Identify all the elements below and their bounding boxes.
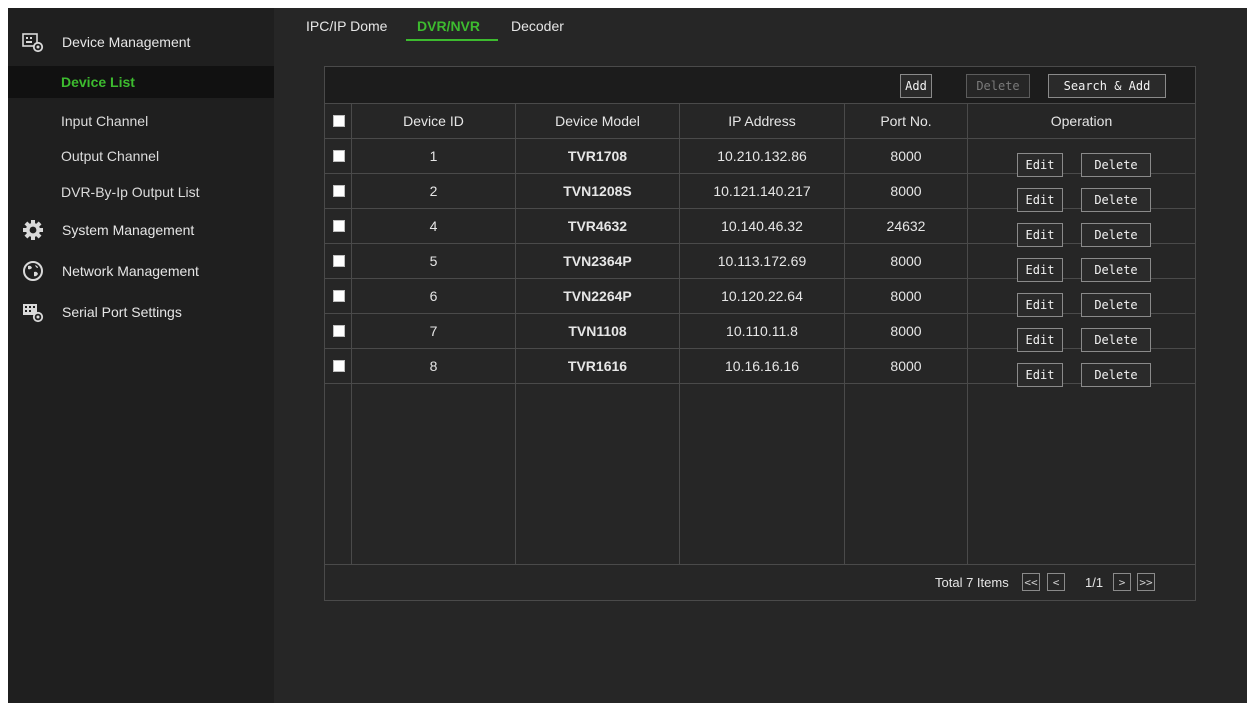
device-settings-icon: [22, 33, 44, 53]
cell-port-no: 24632: [886, 217, 926, 234]
cell-port-no: 8000: [890, 322, 922, 339]
edit-button[interactable]: Edit: [1017, 328, 1063, 352]
cell-device-id: 4: [429, 217, 438, 234]
sidebar-group-label: System Management: [62, 222, 195, 238]
row-checkbox[interactable]: [333, 255, 345, 267]
gear-icon: [23, 220, 43, 240]
delete-button[interactable]: Delete: [1081, 153, 1151, 177]
delete-button[interactable]: Delete: [1081, 223, 1151, 247]
delete-button[interactable]: Delete: [1081, 188, 1151, 212]
delete-selected-button[interactable]: Delete: [966, 74, 1030, 98]
row-checkbox[interactable]: [333, 325, 345, 337]
cell-device-id: 1: [429, 147, 438, 164]
cell-port-no: 8000: [890, 252, 922, 269]
sidebar-group-network-management[interactable]: Network Management: [8, 251, 274, 291]
cell-device-model: TVN2264P: [563, 287, 632, 304]
row-checkbox[interactable]: [333, 290, 345, 302]
total-items-label: Total 7 Items: [935, 574, 1009, 590]
cell-port-no: 8000: [890, 357, 922, 374]
sidebar-group-serial-port-settings[interactable]: Serial Port Settings: [8, 292, 274, 332]
last-page-button[interactable]: >>: [1137, 573, 1155, 591]
page-indicator: 1/1: [1085, 574, 1104, 590]
edit-button[interactable]: Edit: [1017, 223, 1063, 247]
cell-ip-address: 10.120.22.64: [721, 287, 803, 304]
grid-line: [325, 383, 1195, 384]
sidebar-item-label: Output Channel: [61, 148, 160, 164]
column-header-port-no: Port No.: [880, 112, 932, 129]
edit-button[interactable]: Edit: [1017, 293, 1063, 317]
globe-icon: [23, 261, 43, 281]
sidebar-item-label: Input Channel: [61, 113, 149, 129]
cell-ip-address: 10.110.11.8: [726, 322, 798, 339]
sidebar-item-input-channel[interactable]: Input Channel: [8, 105, 274, 137]
sidebar-group-label: Device Management: [62, 34, 191, 50]
cell-device-model: TVN2364P: [563, 252, 632, 269]
sidebar-item-label: Device List: [61, 74, 135, 90]
sidebar-group-label: Serial Port Settings: [62, 304, 182, 320]
cell-port-no: 8000: [890, 287, 922, 304]
cell-device-model: TVR4632: [567, 217, 628, 234]
cell-device-id: 8: [429, 357, 438, 374]
cell-device-model: TVN1108: [568, 322, 627, 339]
cell-ip-address: 10.140.46.32: [721, 217, 803, 234]
prev-page-button[interactable]: <: [1047, 573, 1065, 591]
row-checkbox[interactable]: [333, 150, 345, 162]
sidebar-item-label: DVR-By-Ip Output List: [61, 184, 200, 200]
cell-port-no: 8000: [890, 182, 922, 199]
cell-ip-address: 10.210.132.86: [717, 147, 807, 164]
sidebar: Device Management Device List Input Chan…: [8, 8, 274, 703]
cell-device-id: 5: [429, 252, 438, 269]
active-tab-indicator: [406, 39, 498, 41]
delete-button[interactable]: Delete: [1081, 363, 1151, 387]
sidebar-group-system-management[interactable]: System Management: [8, 210, 274, 250]
edit-button[interactable]: Edit: [1017, 258, 1063, 282]
sidebar-group-device-management[interactable]: Device Management: [8, 22, 274, 62]
add-button[interactable]: Add: [900, 74, 932, 98]
serial-port-settings-icon: [23, 304, 44, 323]
sidebar-item-device-list[interactable]: Device List: [8, 66, 274, 98]
device-table-panel: Add Delete Search & Add Device ID Device…: [324, 66, 1196, 601]
cell-ip-address: 10.113.172.69: [717, 252, 807, 269]
column-header-operation: Operation: [1050, 112, 1113, 129]
tab-decoder[interactable]: Decoder: [511, 18, 564, 40]
first-page-button[interactable]: <<: [1022, 573, 1040, 591]
select-all-checkbox[interactable]: [333, 115, 345, 127]
column-header-device-id: Device ID: [403, 112, 464, 129]
delete-button[interactable]: Delete: [1081, 293, 1151, 317]
row-checkbox[interactable]: [333, 220, 345, 232]
next-page-button[interactable]: >: [1113, 573, 1131, 591]
cell-device-id: 7: [429, 322, 438, 339]
sidebar-item-output-channel[interactable]: Output Channel: [8, 140, 274, 172]
sidebar-item-dvr-by-ip-output-list[interactable]: DVR-By-Ip Output List: [8, 176, 274, 208]
column-header-ip-address: IP Address: [728, 112, 796, 129]
edit-button[interactable]: Edit: [1017, 363, 1063, 387]
cell-device-model: TVR1616: [567, 357, 628, 374]
cell-device-model: TVR1708: [567, 147, 628, 164]
sidebar-group-label: Network Management: [62, 263, 199, 279]
tab-dvr-nvr[interactable]: DVR/NVR: [417, 18, 480, 40]
cell-ip-address: 10.16.16.16: [725, 357, 799, 374]
tab-ipc-ip-dome[interactable]: IPC/IP Dome: [306, 18, 387, 40]
cell-ip-address: 10.121.140.217: [713, 182, 811, 199]
row-checkbox[interactable]: [333, 185, 345, 197]
column-header-device-model: Device Model: [555, 112, 640, 129]
cell-device-model: TVN1208S: [563, 182, 632, 199]
delete-button[interactable]: Delete: [1081, 328, 1151, 352]
cell-device-id: 2: [429, 182, 438, 199]
row-checkbox[interactable]: [333, 360, 345, 372]
pagination-bar: Total 7 Items << < 1/1 > >>: [325, 564, 1195, 600]
cell-port-no: 8000: [890, 147, 922, 164]
search-add-button[interactable]: Search & Add: [1048, 74, 1166, 98]
table-toolbar: Add Delete Search & Add: [325, 67, 1195, 103]
delete-button[interactable]: Delete: [1081, 258, 1151, 282]
app-window: Device Management Device List Input Chan…: [8, 8, 1247, 703]
cell-device-id: 6: [429, 287, 438, 304]
edit-button[interactable]: Edit: [1017, 153, 1063, 177]
edit-button[interactable]: Edit: [1017, 188, 1063, 212]
